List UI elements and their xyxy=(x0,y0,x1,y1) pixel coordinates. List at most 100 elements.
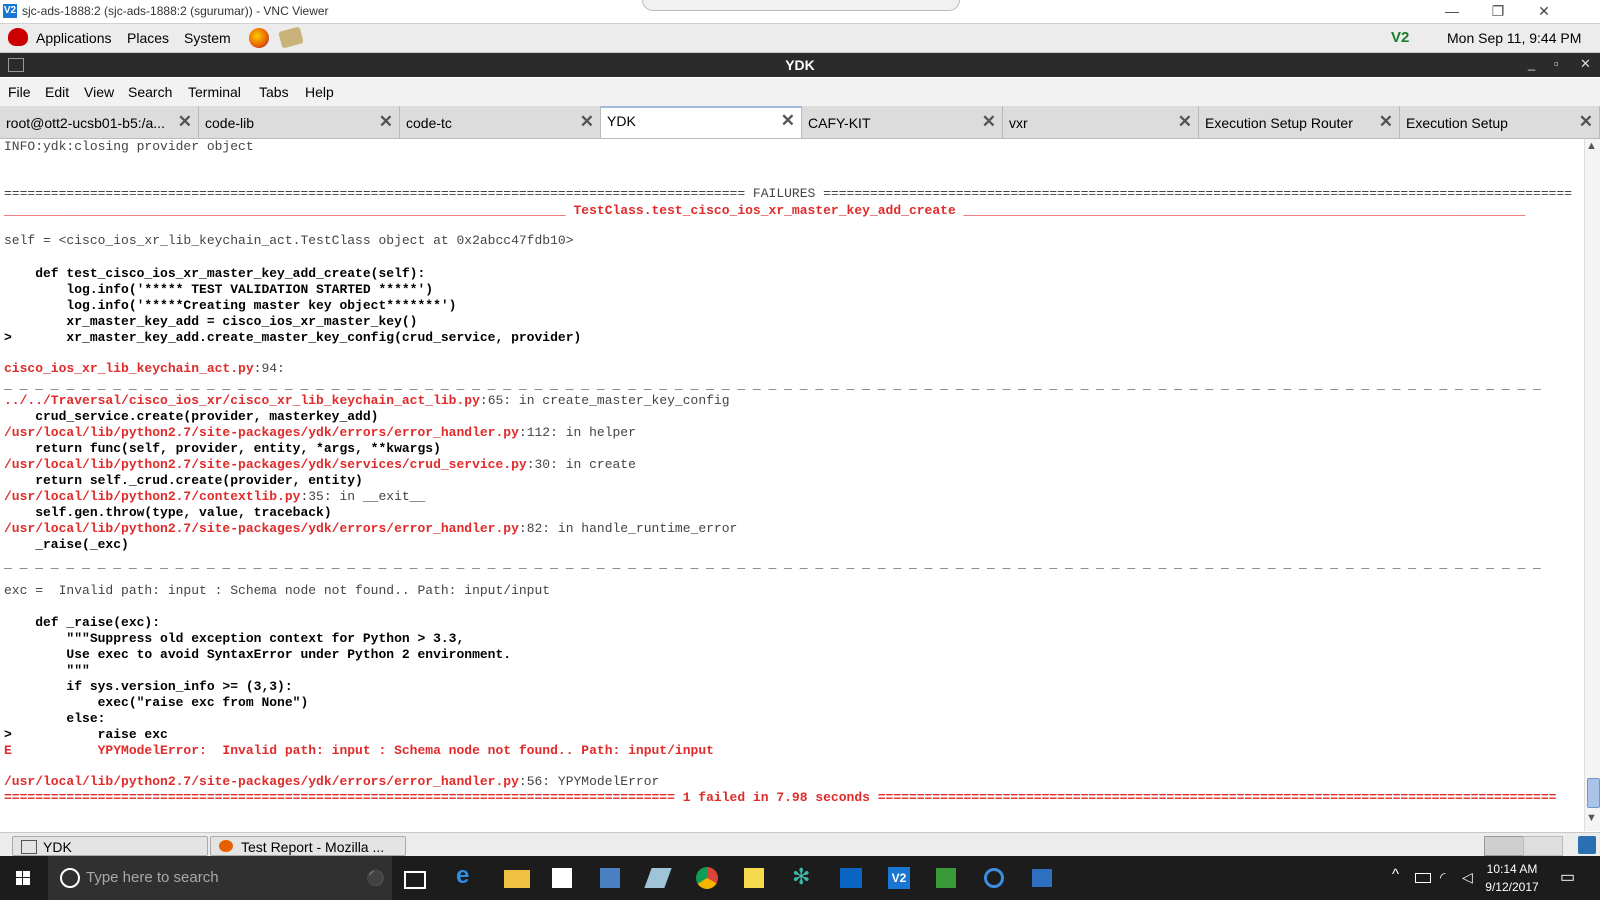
terminal-line: _ _ _ _ _ _ _ _ _ _ _ _ _ _ _ _ _ _ _ _ … xyxy=(4,377,1541,392)
tab-code-tc[interactable]: code-tc ✕ xyxy=(400,106,601,138)
windows-search-box[interactable]: Type here to search ⚫ xyxy=(48,856,392,900)
remote-desktop-icon[interactable] xyxy=(1032,869,1052,887)
redhat-icon[interactable] xyxy=(8,28,28,46)
task-view-icon[interactable] xyxy=(404,871,426,889)
tab-close-icon[interactable]: ✕ xyxy=(781,111,795,131)
terminal-line: return func(self, provider, entity, *arg… xyxy=(4,441,441,456)
vnc-viewer-icon[interactable]: V2 xyxy=(888,867,910,889)
chrome-icon[interactable] xyxy=(696,867,718,889)
menu-edit[interactable]: Edit xyxy=(45,84,69,100)
notepad-icon[interactable] xyxy=(644,868,672,888)
terminal-line: E YPYModelError: Invalid path: input : S… xyxy=(4,743,714,758)
terminal-line: else: xyxy=(4,711,106,726)
menu-view[interactable]: View xyxy=(84,84,114,100)
tab-close-icon[interactable]: ✕ xyxy=(1379,112,1393,132)
terminal-window-title: YDK xyxy=(785,57,815,73)
tab-root-ott2[interactable]: root@ott2-ucsb01-b5:/a... ✕ xyxy=(0,106,199,138)
windows-clock-date[interactable]: 9/12/2017 xyxy=(1482,880,1542,894)
sticky-notes-icon[interactable] xyxy=(744,868,764,888)
notification-icon[interactable]: ▭ xyxy=(1560,867,1575,887)
tab-cafy-kit[interactable]: CAFY-KIT ✕ xyxy=(802,106,1003,138)
outlook-icon[interactable] xyxy=(840,868,862,888)
vnc-toolbar-handle[interactable] xyxy=(642,0,960,11)
menu-system[interactable]: System xyxy=(184,30,231,46)
terminal-scrollbar[interactable] xyxy=(1584,139,1600,831)
terminal-title-bar: YDK _ ▫ ✕ xyxy=(0,53,1600,77)
network-app-icon[interactable] xyxy=(600,868,620,888)
microphone-icon[interactable]: ⚫ xyxy=(366,869,385,887)
vnc-window-title: sjc-ads-1888:2 (sjc-ads-1888:2 (sgurumar… xyxy=(22,4,329,18)
vnc-logo-icon: V2 xyxy=(3,4,17,18)
terminal-line: self.gen.throw(type, value, traceback) xyxy=(4,505,332,520)
chat-icon[interactable] xyxy=(984,868,1004,888)
firefox-icon[interactable] xyxy=(249,28,269,48)
edge-icon[interactable]: e xyxy=(456,862,482,889)
tab-execution-setup[interactable]: Execution Setup ✕ xyxy=(1400,106,1600,138)
tab-execution-setup-router[interactable]: Execution Setup Router ✕ xyxy=(1199,106,1400,138)
tab-label: Execution Setup xyxy=(1406,115,1508,131)
workspace-switcher-1[interactable] xyxy=(1484,836,1524,856)
tab-vxr[interactable]: vxr ✕ xyxy=(1003,106,1199,138)
terminal-line: _raise(_exc) xyxy=(4,537,129,552)
app-flower-icon[interactable]: ✻ xyxy=(792,864,818,889)
vnc-minimize-button[interactable]: — xyxy=(1432,1,1472,21)
search-placeholder: Type here to search xyxy=(86,869,219,886)
windows-start-button[interactable] xyxy=(0,856,46,900)
terminal-line: /usr/local/lib/python2.7/site-packages/y… xyxy=(4,425,636,440)
gnome-bottom-panel: YDK Test Report - Mozilla ... xyxy=(0,832,1600,857)
tab-code-lib[interactable]: code-lib ✕ xyxy=(199,106,400,138)
terminal-close-button[interactable]: ✕ xyxy=(1580,56,1591,72)
battery-icon[interactable] xyxy=(1415,873,1431,883)
tab-close-icon[interactable]: ✕ xyxy=(1579,112,1593,132)
show-desktop-icon[interactable] xyxy=(1578,836,1596,854)
terminal-line: xr_master_key_add = cisco_ios_xr_master_… xyxy=(4,314,418,329)
windows-clock-time[interactable]: 10:14 AM xyxy=(1482,862,1542,876)
terminal-line: ========================================… xyxy=(4,790,1557,805)
terminal-minimize-button[interactable]: _ xyxy=(1528,56,1535,71)
terminal-line: Use exec to avoid SyntaxError under Pyth… xyxy=(4,647,512,662)
menu-applications[interactable]: Applications xyxy=(36,30,112,46)
wifi-icon[interactable]: ◜ xyxy=(1440,869,1445,886)
taskbar-item-ydk[interactable]: YDK xyxy=(12,836,208,856)
tray-up-icon[interactable]: ^ xyxy=(1392,866,1399,883)
tab-close-icon[interactable]: ✕ xyxy=(1178,112,1192,132)
terminal-line: self = <cisco_ios_xr_lib_keychain_act.Te… xyxy=(4,233,574,248)
menu-terminal[interactable]: Terminal xyxy=(188,84,241,100)
menu-search[interactable]: Search xyxy=(128,84,172,100)
terminal-line: /usr/local/lib/python2.7/site-packages/y… xyxy=(4,521,738,536)
vnc-restore-button[interactable]: ❐ xyxy=(1478,1,1518,21)
taskbar-item-test-report[interactable]: Test Report - Mozilla ... xyxy=(210,836,406,856)
vnc-close-button[interactable]: ✕ xyxy=(1524,1,1564,21)
terminal-line: """Suppress old exception context for Py… xyxy=(4,631,465,646)
terminal-line: log.info('*****Creating master key objec… xyxy=(4,298,457,313)
volume-icon[interactable]: ◁ xyxy=(1462,869,1473,886)
file-explorer-icon[interactable] xyxy=(504,870,530,888)
tab-ydk[interactable]: YDK ✕ xyxy=(601,106,802,138)
tab-close-icon[interactable]: ✕ xyxy=(982,112,996,132)
scroll-down-icon[interactable]: ▼ xyxy=(1586,812,1597,824)
store-icon[interactable] xyxy=(552,868,572,888)
ve-indicator-icon[interactable]: V2 xyxy=(1391,29,1409,46)
terminal-line: log.info('***** TEST VALIDATION STARTED … xyxy=(4,282,434,297)
search-icon xyxy=(60,868,80,888)
tab-close-icon[interactable]: ✕ xyxy=(178,112,192,132)
panel-clock[interactable]: Mon Sep 11, 9:44 PM xyxy=(1447,30,1581,46)
terminal-line: ________________________________________… xyxy=(4,203,1526,218)
menu-places[interactable]: Places xyxy=(127,30,169,46)
spreadsheet-icon[interactable] xyxy=(936,868,956,888)
tab-close-icon[interactable]: ✕ xyxy=(379,112,393,132)
scrollbar-thumb[interactable] xyxy=(1587,778,1600,808)
menu-file[interactable]: File xyxy=(8,84,31,100)
tab-close-icon[interactable]: ✕ xyxy=(580,112,594,132)
menu-help[interactable]: Help xyxy=(305,84,334,100)
workspace-switcher-2[interactable] xyxy=(1523,836,1563,856)
tools-icon[interactable] xyxy=(278,26,304,49)
tab-label: Execution Setup Router xyxy=(1205,115,1353,131)
menu-tabs[interactable]: Tabs xyxy=(259,84,289,100)
tab-label: CAFY-KIT xyxy=(808,115,871,131)
terminal-output[interactable]: INFO:ydk:closing provider object ========… xyxy=(0,139,1584,831)
terminal-line: _ _ _ _ _ _ _ _ _ _ _ _ _ _ _ _ _ _ _ _ … xyxy=(4,556,1541,571)
windows-logo-icon xyxy=(16,871,30,885)
scroll-up-icon[interactable]: ▲ xyxy=(1586,140,1597,152)
terminal-maximize-button[interactable]: ▫ xyxy=(1554,56,1559,71)
